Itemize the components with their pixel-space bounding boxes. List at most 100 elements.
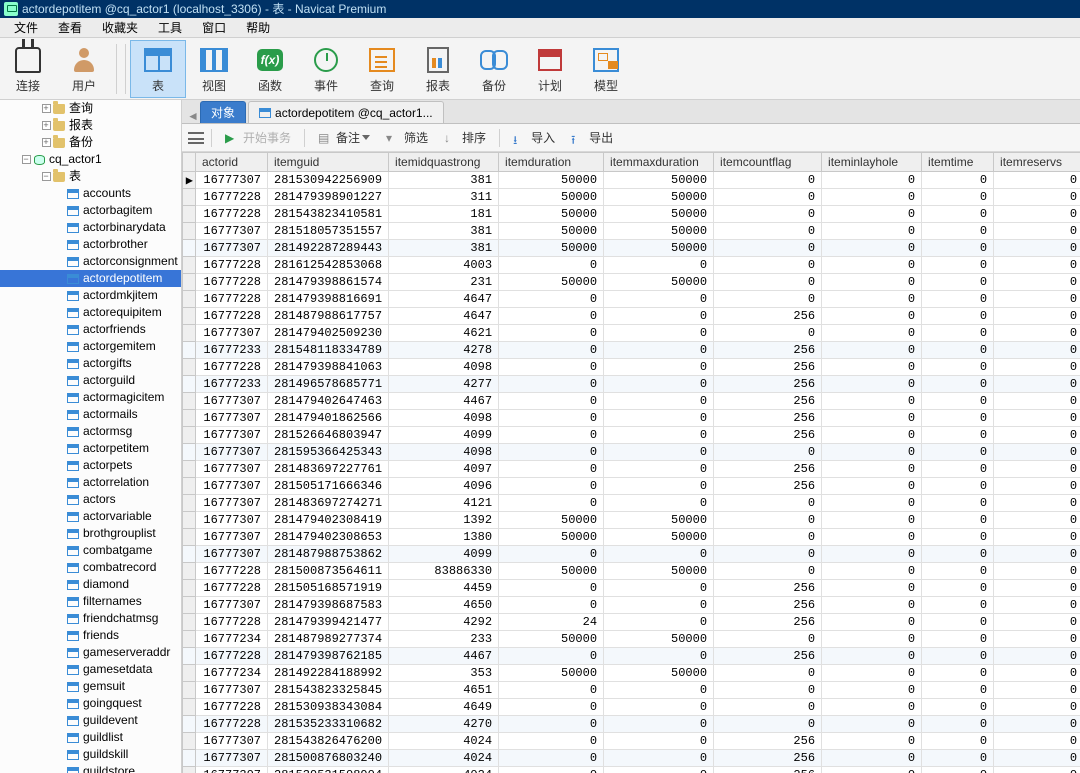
cell[interactable]: 0: [714, 699, 822, 716]
cell[interactable]: 0: [994, 750, 1080, 767]
row-header[interactable]: [183, 699, 196, 716]
column-header-iteminlayhole[interactable]: iteminlayhole: [822, 153, 922, 172]
cell[interactable]: 0: [994, 342, 1080, 359]
tree-node-actormagicitem[interactable]: actormagicitem: [0, 389, 181, 406]
cell[interactable]: 0: [994, 172, 1080, 189]
cell[interactable]: 50000: [604, 274, 714, 291]
menu-工具[interactable]: 工具: [148, 18, 192, 37]
tree-node-actors[interactable]: actors: [0, 491, 181, 508]
toolbar-view-button[interactable]: 视图: [186, 40, 242, 98]
cell[interactable]: 4467: [389, 393, 499, 410]
cell[interactable]: 0: [922, 206, 994, 223]
column-header-itemreservs[interactable]: itemreservs: [994, 153, 1080, 172]
cell[interactable]: 0: [714, 716, 822, 733]
cell[interactable]: 0: [499, 478, 604, 495]
cell[interactable]: 0: [822, 631, 922, 648]
cell[interactable]: 1380: [389, 529, 499, 546]
cell[interactable]: 4097: [389, 461, 499, 478]
cell[interactable]: 256: [714, 461, 822, 478]
cell[interactable]: 4098: [389, 410, 499, 427]
tree-node-actorpetitem[interactable]: actorpetitem: [0, 440, 181, 457]
cell[interactable]: 0: [922, 223, 994, 240]
tree-node-actorbagitem[interactable]: actorbagitem: [0, 202, 181, 219]
cell[interactable]: 256: [714, 308, 822, 325]
cell[interactable]: 281487989277374: [268, 631, 389, 648]
cell[interactable]: 4096: [389, 478, 499, 495]
cell[interactable]: 16777233: [196, 376, 268, 393]
cell[interactable]: 256: [714, 750, 822, 767]
cell[interactable]: 16777228: [196, 257, 268, 274]
cell[interactable]: 50000: [499, 189, 604, 206]
cell[interactable]: 0: [499, 291, 604, 308]
cell[interactable]: 0: [822, 716, 922, 733]
cell[interactable]: 16777307: [196, 495, 268, 512]
export-button[interactable]: ⭱导出: [565, 127, 619, 148]
cell[interactable]: 0: [604, 699, 714, 716]
cell[interactable]: 281479399421477: [268, 614, 389, 631]
cell[interactable]: 0: [994, 733, 1080, 750]
cell[interactable]: 16777228: [196, 274, 268, 291]
cell[interactable]: 256: [714, 478, 822, 495]
cell[interactable]: 0: [604, 733, 714, 750]
tree-node-actorgifts[interactable]: actorgifts: [0, 355, 181, 372]
tree-node-filternames[interactable]: filternames: [0, 593, 181, 610]
cell[interactable]: 0: [994, 274, 1080, 291]
cell[interactable]: 4649: [389, 699, 499, 716]
cell[interactable]: 281539531508904: [268, 767, 389, 773]
cell[interactable]: 281479402308653: [268, 529, 389, 546]
cell[interactable]: 4098: [389, 444, 499, 461]
cell[interactable]: 0: [822, 393, 922, 410]
cell[interactable]: 0: [822, 512, 922, 529]
row-header[interactable]: [183, 512, 196, 529]
cell[interactable]: 0: [922, 342, 994, 359]
cell[interactable]: 4621: [389, 325, 499, 342]
cell[interactable]: 0: [714, 325, 822, 342]
cell[interactable]: 0: [822, 614, 922, 631]
toolbar-model-button[interactable]: 模型: [578, 40, 634, 98]
column-header-itemmaxduration[interactable]: itemmaxduration: [604, 153, 714, 172]
cell[interactable]: 0: [714, 682, 822, 699]
cell[interactable]: 1392: [389, 512, 499, 529]
cell[interactable]: 24: [499, 614, 604, 631]
cell[interactable]: 281500873564611: [268, 563, 389, 580]
cell[interactable]: 256: [714, 733, 822, 750]
toolbar-query-button[interactable]: 查询: [354, 40, 410, 98]
cell[interactable]: 0: [994, 240, 1080, 257]
row-header[interactable]: [183, 631, 196, 648]
cell[interactable]: 0: [822, 172, 922, 189]
tree-node-guildlist[interactable]: guildlist: [0, 729, 181, 746]
row-header[interactable]: [183, 342, 196, 359]
cell[interactable]: 0: [499, 461, 604, 478]
cell[interactable]: 0: [714, 223, 822, 240]
cell[interactable]: 281500876803240: [268, 750, 389, 767]
cell[interactable]: 0: [822, 478, 922, 495]
cell[interactable]: 50000: [499, 665, 604, 682]
cell[interactable]: 16777307: [196, 478, 268, 495]
row-header[interactable]: [183, 308, 196, 325]
cell[interactable]: 0: [822, 189, 922, 206]
cell[interactable]: 0: [822, 461, 922, 478]
cell[interactable]: 281479398901227: [268, 189, 389, 206]
cell[interactable]: 256: [714, 614, 822, 631]
tree-node-guildevent[interactable]: guildevent: [0, 712, 181, 729]
cell[interactable]: 381: [389, 240, 499, 257]
cell[interactable]: 0: [499, 308, 604, 325]
cell[interactable]: 16777228: [196, 291, 268, 308]
cell[interactable]: 281492287289443: [268, 240, 389, 257]
cell[interactable]: 50000: [499, 631, 604, 648]
cell[interactable]: 0: [604, 597, 714, 614]
cell[interactable]: 50000: [604, 529, 714, 546]
cell[interactable]: 0: [922, 308, 994, 325]
cell[interactable]: 281535233310682: [268, 716, 389, 733]
toolbar-report-button[interactable]: 报表: [410, 40, 466, 98]
cell[interactable]: 0: [604, 444, 714, 461]
tree-node-friends[interactable]: friends: [0, 627, 181, 644]
row-header[interactable]: [183, 410, 196, 427]
cell[interactable]: 0: [922, 274, 994, 291]
tree-node-combatrecord[interactable]: combatrecord: [0, 559, 181, 576]
cell[interactable]: 281483697274271: [268, 495, 389, 512]
cell[interactable]: 281479402308419: [268, 512, 389, 529]
row-header[interactable]: [183, 750, 196, 767]
tree-node-actorpets[interactable]: actorpets: [0, 457, 181, 474]
cell[interactable]: 0: [604, 478, 714, 495]
